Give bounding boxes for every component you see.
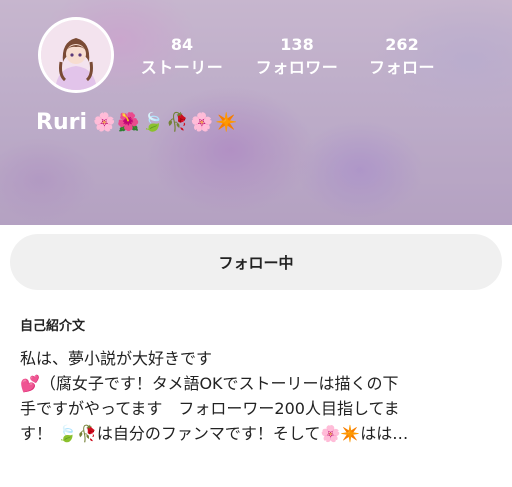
leaf-icon: 🍃 <box>141 111 165 133</box>
bio-line: 手ですがやってます フォローワー200人目指してま <box>20 399 400 418</box>
following-button[interactable]: フォロー中 <box>10 234 502 290</box>
profile-content: フォロー中 自己紹介文 私は、夢小説が大好きです 💕（腐女子です！タメ語OKでス… <box>0 225 512 487</box>
stat-following-label: フォロー <box>368 58 435 77</box>
blossom-icon: 🌸 <box>190 111 214 133</box>
bio-text: 私は、夢小説が大好きです 💕（腐女子です！タメ語OKでストーリーは描くの下 手で… <box>20 346 490 446</box>
blossom-icon: 🌸 <box>93 111 116 133</box>
avatar-image <box>41 20 111 90</box>
bio-line: 私は、夢小説が大好きです <box>20 349 213 368</box>
stat-followers-count: 138 <box>280 35 314 54</box>
stat-stories[interactable]: 84 ストーリー <box>130 34 234 80</box>
stat-stories-label: ストーリー <box>140 58 224 77</box>
bio-heading: 自己紹介文 <box>20 319 86 334</box>
bio-line: す！ 🍃🥀は自分のファンマです！そして🌸✴️はは… <box>20 424 409 443</box>
username: Ruri <box>36 110 87 135</box>
wilted-rose-icon: 🥀 <box>166 111 189 133</box>
profile-stats: 84 ストーリー 138 フォロワー 262 フォロー <box>130 34 444 80</box>
stat-following[interactable]: 262 フォロー <box>360 34 444 80</box>
stat-following-count: 262 <box>385 35 419 54</box>
sparkle-star-icon: ✴️ <box>215 111 238 133</box>
hibiscus-icon: 🌺 <box>117 111 140 133</box>
stat-followers[interactable]: 138 フォロワー <box>234 34 360 80</box>
bio-line: 💕（腐女子です！タメ語OKでストーリーは描くの下 <box>20 374 399 393</box>
stat-followers-label: フォロワー <box>255 58 339 77</box>
avatar[interactable] <box>38 17 114 93</box>
username-row: Ruri 🌸 🌺 🍃 🥀 🌸 ✴️ <box>36 110 238 135</box>
stat-stories-count: 84 <box>170 35 194 54</box>
profile-header: 84 ストーリー 138 フォロワー 262 フォロー Ruri 🌸 🌺 🍃 🥀… <box>0 0 512 225</box>
